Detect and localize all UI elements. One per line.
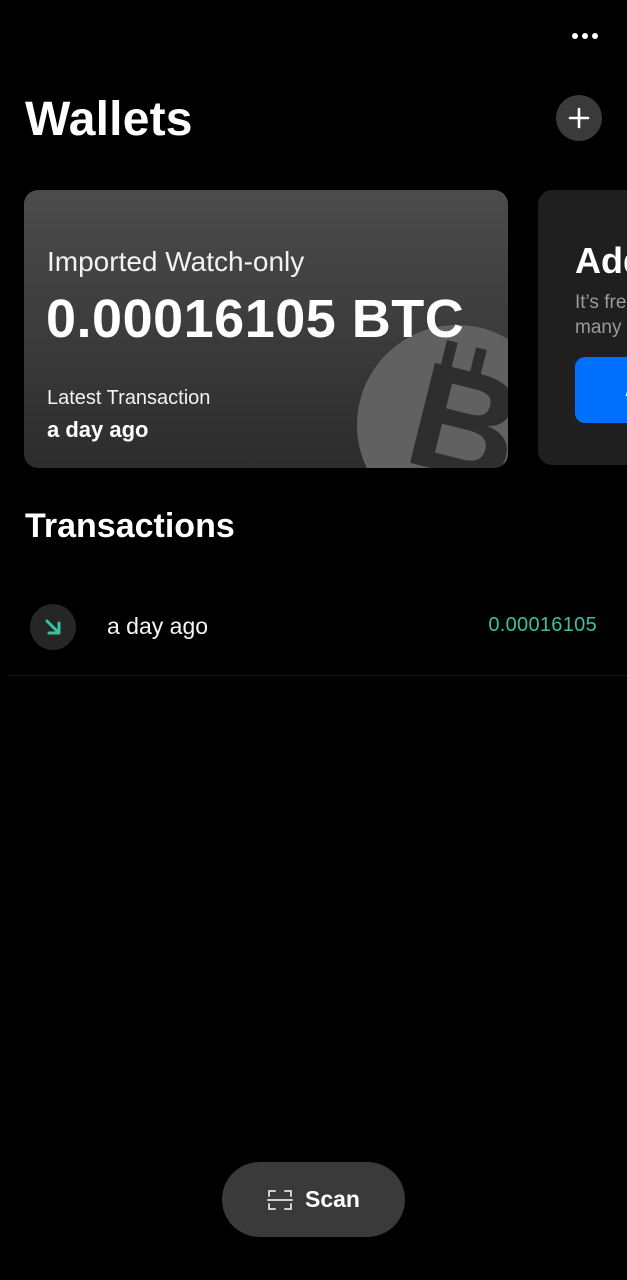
- arrow-down-right-icon: [45, 619, 61, 635]
- transactions-title: Transactions: [25, 507, 235, 545]
- scan-label: Scan: [305, 1186, 360, 1212]
- add-wallet-card-title: Add: [575, 240, 627, 281]
- scan-button[interactable]: Scan: [222, 1162, 405, 1237]
- more-dot-icon: [592, 33, 598, 39]
- more-options-button[interactable]: [566, 22, 604, 50]
- transaction-direction: [30, 604, 76, 650]
- plus-icon: [568, 107, 590, 129]
- transaction-row[interactable]: a day ago 0.00016105: [8, 580, 627, 676]
- add-wallet-card-text: It’s free and you can create as many: [575, 292, 627, 338]
- add-wallet-card[interactable]: Add It’s free and you can create as many…: [538, 190, 627, 465]
- more-dot-icon: [572, 33, 578, 39]
- wallets-screen: Wallets B Imported Watch-only 0.00016105…: [0, 0, 627, 1280]
- page-title: Wallets: [25, 93, 193, 146]
- transaction-amount: 0.00016105: [488, 614, 597, 636]
- wallet-balance: 0.00016105 BTC: [46, 289, 465, 349]
- wallet-label: Imported Watch-only: [47, 246, 305, 277]
- more-dot-icon: [582, 33, 588, 39]
- transaction-time: a day ago: [107, 613, 209, 639]
- scan-icon: [267, 1189, 293, 1210]
- wallet-card[interactable]: B Imported Watch-only 0.00016105 BTC Lat…: [24, 190, 508, 468]
- add-now-button[interactable]: Add now: [575, 357, 627, 423]
- latest-transaction-value: a day ago: [47, 417, 149, 442]
- add-wallet-button[interactable]: [556, 95, 602, 141]
- latest-transaction-label: Latest Transaction: [47, 387, 211, 409]
